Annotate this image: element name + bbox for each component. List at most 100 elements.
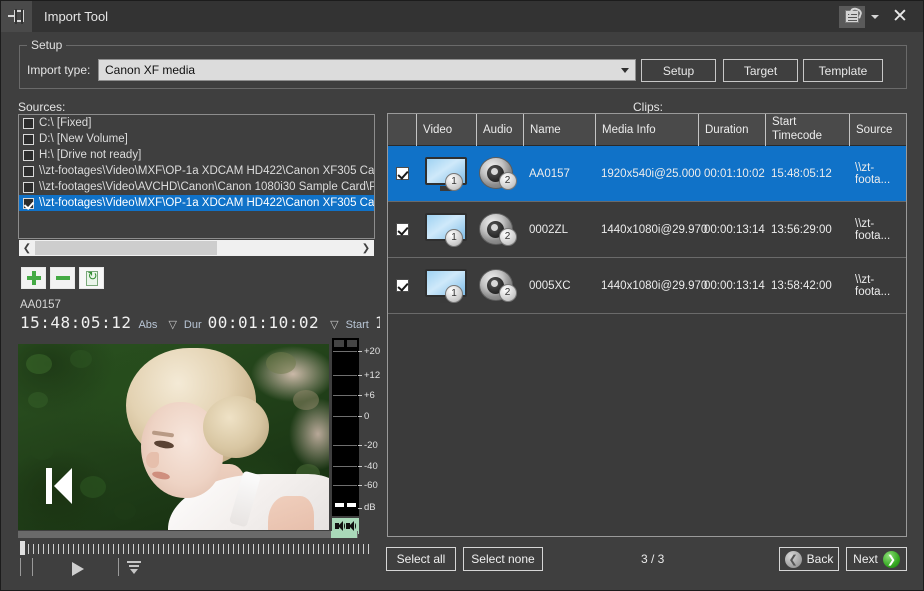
list-item[interactable]: H:\ [Drive not ready] [19, 147, 374, 163]
play-icon[interactable] [72, 562, 84, 576]
timeline-tick [103, 544, 104, 554]
help-properties-icon[interactable] [839, 6, 865, 28]
player-duration[interactable]: 00:01:10:02 [208, 313, 319, 332]
add-source-button[interactable] [21, 267, 46, 289]
list-item[interactable]: \\zt-footages\Video\AVCHD\Canon\Canon 10… [19, 179, 374, 195]
timeline-tick [358, 544, 359, 554]
timeline-tick [168, 544, 169, 554]
player-start-value[interactable]: 1 [375, 313, 380, 332]
col-video[interactable]: Video [416, 114, 476, 146]
chevron-down-icon[interactable] [867, 6, 883, 28]
player-current-timecode[interactable]: 15:48:05:12 [20, 313, 131, 332]
sources-list[interactable]: C:\ [Fixed] D:\ [New Volume] H:\ [Drive … [18, 114, 375, 239]
meter-label: 0 [364, 412, 369, 422]
remove-source-button[interactable] [50, 267, 75, 289]
row-audio-icon-cell: 2 [476, 202, 523, 257]
table-row[interactable]: 1 2 0002ZL 1440x1080i@29.970 00:00:13:14… [388, 202, 906, 258]
timeline-tick [153, 544, 154, 554]
audio-speaker-icon: 2 [477, 212, 519, 248]
col-source[interactable]: Source [849, 114, 906, 146]
list-item[interactable]: C:\ [Fixed] [19, 115, 374, 131]
col-audio[interactable]: Audio [476, 114, 523, 146]
player-abs-label[interactable]: Abs [138, 319, 157, 331]
skip-to-start-icon[interactable] [46, 468, 74, 504]
col-duration[interactable]: Duration [698, 114, 765, 146]
row-media-info: 1440x1080i@29.970 [595, 202, 698, 257]
timeline-tick [323, 544, 324, 554]
list-item[interactable]: \\zt-footages\Video\MXF\OP-1a XDCAM HD42… [19, 163, 374, 179]
timeline-tick [98, 544, 99, 554]
import-type-select[interactable]: Canon XF media [98, 59, 636, 81]
table-row[interactable]: 1 2 AA0157 1920x540i@25.000 00:01:10:02 … [388, 146, 906, 202]
timeline-tick [278, 544, 279, 554]
source-checkbox[interactable] [23, 198, 34, 209]
row-audio-icon-cell: 2 [476, 146, 523, 201]
timeline-tick [48, 544, 49, 554]
target-button[interactable]: Target [723, 59, 798, 82]
col-media-info[interactable]: Media Info [595, 114, 698, 146]
source-checkbox[interactable] [23, 118, 34, 129]
playhead[interactable] [20, 541, 25, 555]
row-checkbox[interactable] [396, 223, 409, 236]
refresh-source-button[interactable] [79, 267, 104, 289]
source-checkbox[interactable] [23, 134, 34, 145]
timeline-tick [268, 544, 269, 554]
col-start-timecode[interactable]: Start Timecode [765, 114, 849, 146]
timeline-tick [218, 544, 219, 554]
chevron-left-icon[interactable]: ❮ [19, 240, 35, 256]
select-none-button[interactable]: Select none [463, 547, 543, 571]
triangle-down-icon[interactable]: ▽ [330, 318, 338, 331]
audio-speaker-icon: 2 [477, 268, 519, 304]
timeline-tick [68, 544, 69, 554]
scrollbar-thumb[interactable] [35, 241, 217, 255]
preview-foliage [26, 354, 52, 374]
arrow-right-circle-icon: ❯ [883, 551, 900, 568]
window-controls: ✕ [839, 1, 923, 32]
timeline-tick [188, 544, 189, 554]
source-label: \\zt-footages\Video\MXF\OP-1a XDCAM HD42… [39, 197, 374, 209]
list-item-selected[interactable]: \\zt-footages\Video\MXF\OP-1a XDCAM HD42… [19, 195, 374, 211]
video-stream-count: 1 [445, 229, 463, 247]
select-all-button[interactable]: Select all [386, 547, 456, 571]
template-button[interactable]: Template [803, 59, 883, 82]
col-name[interactable]: Name [523, 114, 595, 146]
source-checkbox[interactable] [23, 182, 34, 193]
row-checkbox-cell[interactable] [388, 146, 416, 201]
row-source: \\zt-foota... [849, 146, 906, 201]
setup-button[interactable]: Setup [641, 59, 716, 82]
row-checkbox[interactable] [396, 167, 409, 180]
scrub-bar[interactable] [18, 531, 358, 538]
source-checkbox[interactable] [23, 150, 34, 161]
clips-caption: Clips: [633, 100, 663, 114]
timeline-tick [78, 544, 79, 554]
video-monitor-icon: 1 [425, 157, 467, 191]
source-checkbox[interactable] [23, 166, 34, 177]
row-start-timecode: 15:48:05:12 [765, 146, 849, 201]
next-button[interactable]: Next ❯ [846, 547, 907, 571]
list-item[interactable]: D:\ [New Volume] [19, 131, 374, 147]
row-checkbox[interactable] [396, 279, 409, 292]
row-checkbox-cell[interactable] [388, 202, 416, 257]
row-audio-icon-cell: 2 [476, 258, 523, 313]
timeline-ticks[interactable] [18, 541, 375, 555]
timeline-tick [63, 544, 64, 554]
clips-table-header: Video Audio Name Media Info Duration Sta… [388, 114, 906, 146]
close-icon[interactable]: ✕ [885, 4, 915, 30]
sources-horizontal-scrollbar[interactable]: ❮ ❯ [19, 240, 374, 256]
timeline-tick [143, 544, 144, 554]
triangle-down-icon[interactable]: ▽ [168, 318, 176, 331]
video-preview[interactable] [18, 344, 329, 530]
plus-icon [27, 271, 41, 285]
timeline-tick [88, 544, 89, 554]
row-duration: 00:00:13:14 [698, 202, 765, 257]
minus-icon [56, 276, 70, 280]
col-checkbox[interactable] [388, 114, 416, 146]
preview-foliage [30, 440, 54, 460]
pin-window-icon[interactable] [1, 1, 32, 32]
chevron-right-icon[interactable]: ❯ [358, 240, 374, 256]
scrub-options-icon[interactable] [126, 561, 142, 576]
back-button[interactable]: ❮ Back [779, 547, 839, 571]
timeline-tick [208, 544, 209, 554]
row-checkbox-cell[interactable] [388, 258, 416, 313]
table-row[interactable]: 1 2 0005XC 1440x1080i@29.970 00:00:13:14… [388, 258, 906, 314]
